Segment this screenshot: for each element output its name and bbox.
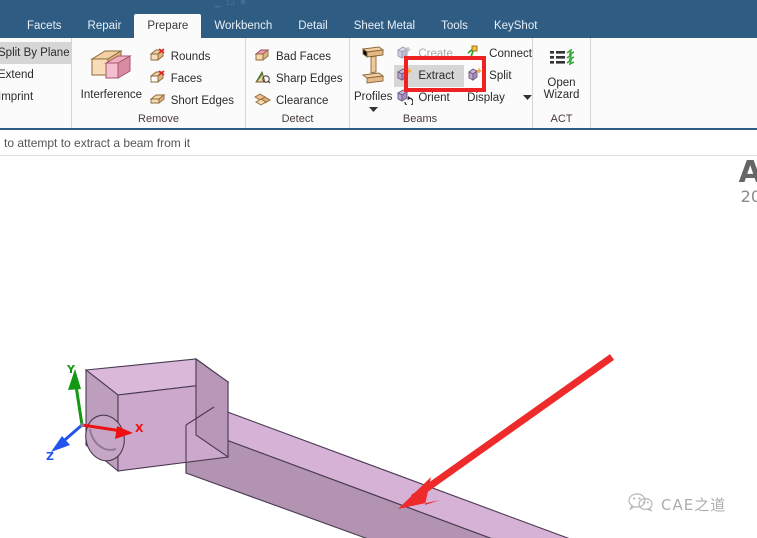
ribbon-group-beams-label: Beams xyxy=(402,113,438,125)
remove-short-edges-button[interactable]: Short Edges xyxy=(147,90,239,112)
open-wizard-button[interactable]: Open Wizard xyxy=(539,42,584,112)
tab-workbench[interactable]: Workbench xyxy=(201,14,285,38)
clearance-icon xyxy=(254,92,271,110)
annotation-arrow-shaft xyxy=(410,354,615,501)
beam-create-button: Create xyxy=(394,43,464,65)
window-controls-ghost: _ □ × xyxy=(215,0,248,8)
ribbon-group-remove: Interference Rounds Faces Short Edges Re… xyxy=(72,38,246,128)
remove-faces-button[interactable]: Faces xyxy=(147,68,239,90)
tab-tools[interactable]: Tools xyxy=(428,14,481,38)
tab-facets[interactable]: Facets xyxy=(14,14,75,38)
status-message-bar: solid to attempt to extract a beam from … xyxy=(0,132,757,156)
extend-button[interactable]: Extend xyxy=(0,64,71,86)
orient-beam-icon xyxy=(396,88,414,108)
detect-clearance-label: Clearance xyxy=(276,95,329,107)
extend-label: Extend xyxy=(0,69,34,81)
tab-prepare[interactable]: Prepare xyxy=(134,14,202,38)
application-window: _ □ × Facets Repair Prepare Workbench De… xyxy=(0,0,757,538)
sharp-edges-icon xyxy=(254,70,271,88)
ribbon-tab-bar: Facets Repair Prepare Workbench Detail S… xyxy=(0,14,757,38)
connect-icon xyxy=(467,45,484,64)
detect-sharp-edges-label: Sharp Edges xyxy=(276,73,343,85)
beam-extract-label: Extract xyxy=(418,70,455,82)
ribbon: Split By Plane Extend Imprint Interferen… xyxy=(0,38,757,130)
beam-orient-label: Orient xyxy=(418,92,450,104)
imprint-button[interactable]: Imprint xyxy=(0,86,71,108)
beam-connect-button[interactable]: Connect xyxy=(465,43,538,65)
beam-display-button[interactable]: Display xyxy=(465,87,538,109)
detect-bad-faces-label: Bad Faces xyxy=(276,51,331,63)
triad-y-label: Y xyxy=(66,363,76,376)
tab-keyshot[interactable]: KeyShot xyxy=(481,14,550,38)
extract-beam-icon xyxy=(396,67,413,86)
short-edges-icon xyxy=(149,92,166,110)
triad-x-label: X xyxy=(135,422,144,435)
beam-solid-body xyxy=(84,357,570,538)
profiles-label: Profiles xyxy=(354,91,393,103)
detect-bad-faces-button[interactable]: Bad Faces xyxy=(252,46,348,68)
remove-rounds-label: Rounds xyxy=(170,51,211,63)
ribbon-group-act-label: ACT xyxy=(550,113,573,125)
beam-create-label: Create xyxy=(418,48,453,60)
ribbon-group-clipped-label xyxy=(0,112,71,128)
beam-split-label: Split xyxy=(489,70,512,82)
imprint-label: Imprint xyxy=(0,91,34,103)
ribbon-group-act: Open Wizard ACT xyxy=(533,38,591,128)
profiles-button[interactable]: Profiles xyxy=(354,42,392,112)
triad-z-label: Z xyxy=(46,450,54,463)
detect-sharp-edges-button[interactable]: Sharp Edges xyxy=(252,68,348,90)
create-beam-icon xyxy=(396,45,413,64)
beam-split-button[interactable]: Split xyxy=(465,65,538,87)
title-bar: _ □ × xyxy=(0,0,757,14)
tab-sheet-metal[interactable]: Sheet Metal xyxy=(341,14,428,38)
status-message-text: solid to attempt to extract a beam from … xyxy=(0,136,191,150)
tab-repair[interactable]: Repair xyxy=(75,14,135,38)
interference-icon xyxy=(88,45,134,86)
remove-short-edges-label: Short Edges xyxy=(170,95,234,107)
split-by-plane-label: Split By Plane xyxy=(0,47,70,59)
bad-faces-icon xyxy=(254,48,271,66)
display-dropdown-arrow-icon[interactable] xyxy=(522,92,533,104)
split-icon xyxy=(467,67,484,86)
profiles-ibeam-icon xyxy=(356,45,390,88)
triad-origin xyxy=(79,422,85,428)
ribbon-group-beams: Profiles Create Extract Orient Connect S… xyxy=(350,38,533,128)
rounds-icon xyxy=(149,48,166,66)
faces-icon xyxy=(149,70,166,88)
ribbon-group-remove-label: Remove xyxy=(138,113,179,125)
remove-rounds-button[interactable]: Rounds xyxy=(147,46,239,68)
beam-orient-button[interactable]: Orient xyxy=(394,87,464,109)
beam-display-label: Display xyxy=(467,92,505,104)
graphics-viewport[interactable]: Y X Z xyxy=(0,157,757,538)
detect-clearance-button[interactable]: Clearance xyxy=(252,90,348,112)
ribbon-group-clipped: Split By Plane Extend Imprint xyxy=(0,38,72,128)
remove-faces-label: Faces xyxy=(170,73,203,85)
tab-detail[interactable]: Detail xyxy=(285,14,340,38)
beam-extract-button[interactable]: Extract xyxy=(394,65,465,87)
interference-button[interactable]: Interference xyxy=(78,42,145,112)
beam-connect-label: Connect xyxy=(489,48,532,60)
interference-label: Interference xyxy=(80,89,143,101)
open-wizard-label-2: Wizard xyxy=(543,89,580,101)
open-wizard-label-1: Open xyxy=(547,77,576,89)
annotation-arrow xyxy=(398,354,615,509)
split-by-plane-button[interactable]: Split By Plane xyxy=(0,42,71,64)
open-wizard-icon xyxy=(546,48,578,74)
